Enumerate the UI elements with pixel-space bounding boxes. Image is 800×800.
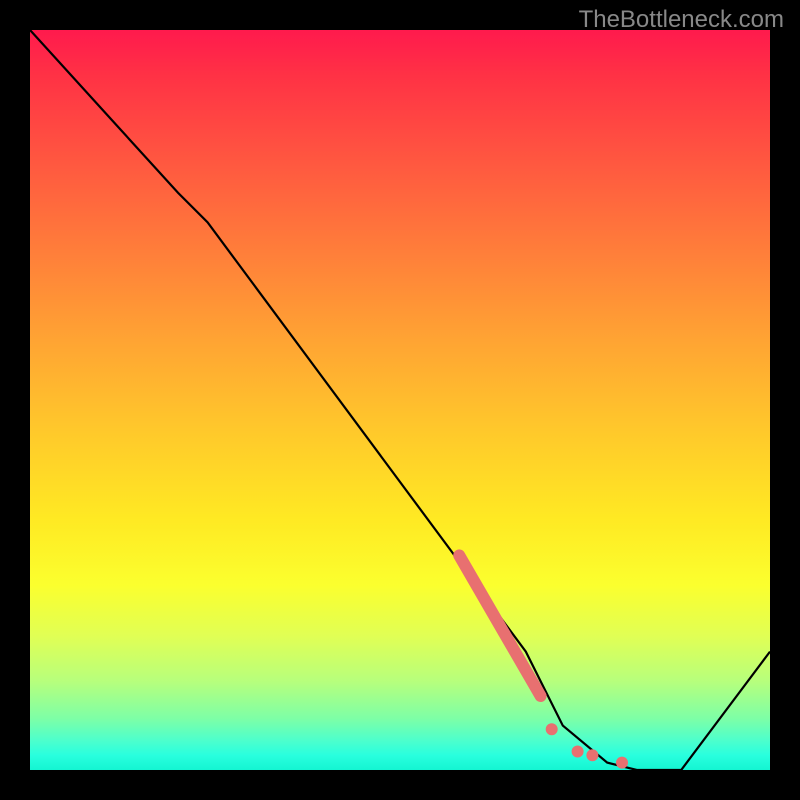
highlight-thick-segment	[459, 555, 540, 696]
chart-overlay-svg	[30, 30, 770, 770]
highlight-dot	[586, 749, 598, 761]
highlight-dot	[572, 746, 584, 758]
bottleneck-curve-path	[30, 30, 770, 770]
watermark-text: TheBottleneck.com	[579, 6, 784, 34]
chart-plot-area	[30, 30, 770, 770]
highlight-dot	[616, 757, 628, 769]
highlight-dot	[546, 723, 558, 735]
